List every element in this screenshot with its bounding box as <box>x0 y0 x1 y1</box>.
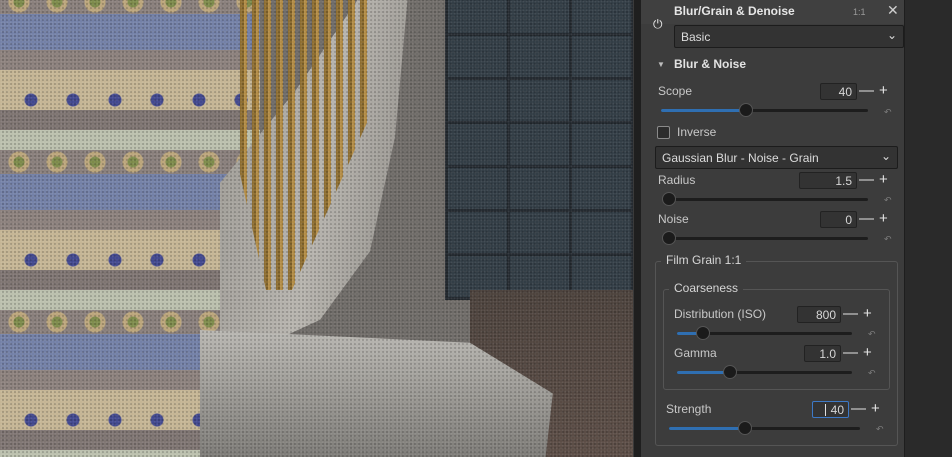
strength-stepper[interactable]: — + <box>849 400 889 418</box>
tool-header: ⏻ Blur/Grain & Denoise 1:1 ✕ <box>641 0 904 30</box>
plus-icon[interactable]: + <box>863 305 872 322</box>
noise-slider[interactable] <box>662 231 868 245</box>
reset-icon[interactable]: ↶ <box>884 234 892 245</box>
coarseness-title: Coarseness <box>669 281 744 295</box>
minus-icon[interactable]: — <box>859 210 874 227</box>
inverse-checkbox[interactable] <box>657 126 670 139</box>
blur-method-dropdown[interactable]: Gaussian Blur - Noise - Grain ⌄ <box>655 146 898 169</box>
radius-stepper[interactable]: — + <box>857 171 897 189</box>
scope-value-field[interactable]: 40 <box>820 83 857 100</box>
gamma-value-field[interactable]: 1.0 <box>804 345 841 362</box>
plus-icon[interactable]: + <box>879 210 888 227</box>
reset-icon[interactable]: ↶ <box>884 107 892 118</box>
gamma-stepper[interactable]: — + <box>841 344 881 362</box>
slider-knob[interactable] <box>738 421 752 435</box>
gamma-label: Gamma <box>674 346 717 360</box>
radius-label: Radius <box>658 173 696 187</box>
strength-value-field[interactable]: 40 <box>812 401 849 418</box>
strength-label: Strength <box>666 402 712 416</box>
distribution-slider[interactable] <box>677 326 852 340</box>
chevron-down-icon: ⌄ <box>886 28 897 42</box>
strength-value: 40 <box>830 403 844 417</box>
plus-icon[interactable]: + <box>879 171 888 188</box>
noise-stepper[interactable]: — + <box>857 210 897 228</box>
scope-value: 40 <box>838 85 852 99</box>
slider-knob[interactable] <box>696 326 710 340</box>
strength-slider[interactable] <box>669 421 860 435</box>
plus-icon[interactable]: + <box>879 82 888 99</box>
slider-knob[interactable] <box>739 103 753 117</box>
panel-scrollbar[interactable] <box>904 0 952 457</box>
one-to-one-badge: 1:1 <box>853 7 866 17</box>
reset-icon[interactable]: ↶ <box>876 424 884 435</box>
distribution-value-field[interactable]: 800 <box>797 306 841 323</box>
scope-label: Scope <box>658 84 693 98</box>
blur-method-value: Gaussian Blur - Noise - Grain <box>662 151 819 165</box>
grain-overlay <box>0 0 633 457</box>
tool-title: Blur/Grain & Denoise <box>674 4 795 18</box>
collapse-triangle-icon[interactable]: ▼ <box>657 60 665 69</box>
distribution-value: 800 <box>815 308 836 322</box>
slider-fill <box>669 427 745 430</box>
minus-icon[interactable]: — <box>843 344 858 361</box>
inverse-label: Inverse <box>677 125 717 139</box>
power-icon[interactable]: ⏻ <box>653 18 663 30</box>
gamma-slider[interactable] <box>677 365 852 379</box>
scope-stepper[interactable]: — + <box>857 82 897 100</box>
minus-icon[interactable]: — <box>843 305 858 322</box>
noise-value: 0 <box>845 213 852 227</box>
plus-icon[interactable]: + <box>863 344 872 361</box>
close-icon[interactable]: ✕ <box>887 3 899 17</box>
scope-slider[interactable] <box>661 103 868 117</box>
preset-dropdown[interactable]: Basic ⌄ <box>674 25 904 48</box>
reset-icon[interactable]: ↶ <box>868 329 876 340</box>
minus-icon[interactable]: — <box>859 171 874 188</box>
minus-icon[interactable]: — <box>851 400 866 417</box>
noise-value-field[interactable]: 0 <box>820 211 857 228</box>
image-preview[interactable] <box>0 0 633 457</box>
reset-icon[interactable]: ↶ <box>884 195 892 206</box>
slider-fill <box>661 109 746 112</box>
slider-knob[interactable] <box>723 365 737 379</box>
chevron-down-icon: ⌄ <box>880 149 891 163</box>
slider-knob[interactable] <box>662 231 676 245</box>
tool-panel: ⏻ Blur/Grain & Denoise 1:1 ✕ Basic ⌄ ▼ B… <box>641 0 904 457</box>
gamma-value: 1.0 <box>819 347 836 361</box>
radius-value: 1.5 <box>835 174 852 188</box>
preset-value: Basic <box>681 30 711 44</box>
distribution-label: Distribution (ISO) <box>674 307 767 321</box>
minus-icon[interactable]: — <box>859 82 874 99</box>
reset-icon[interactable]: ↶ <box>868 368 876 379</box>
noise-label: Noise <box>658 212 689 226</box>
distribution-stepper[interactable]: — + <box>841 305 881 323</box>
section-title-blur-noise[interactable]: Blur & Noise <box>674 57 746 71</box>
radius-value-field[interactable]: 1.5 <box>799 172 857 189</box>
radius-slider[interactable] <box>662 192 868 206</box>
slider-knob[interactable] <box>662 192 676 206</box>
film-grain-title: Film Grain 1:1 <box>661 253 747 267</box>
text-caret <box>825 404 826 416</box>
plus-icon[interactable]: + <box>871 400 880 417</box>
